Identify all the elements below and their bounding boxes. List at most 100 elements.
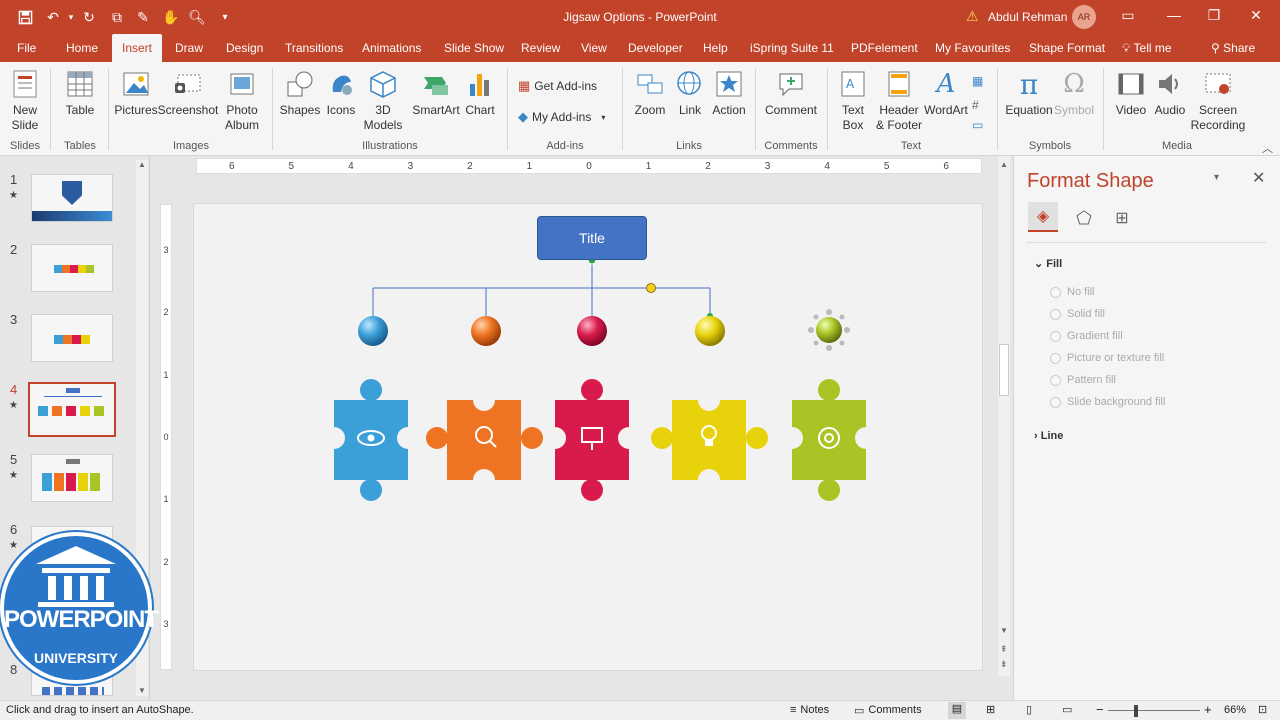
size-properties-tab[interactable]: ⊞ <box>1110 206 1134 230</box>
fill-section-header[interactable]: ⌄ Fill <box>1034 257 1062 270</box>
tab-animations[interactable]: Animations <box>356 34 427 62</box>
comment-button[interactable]: Comment <box>763 68 819 118</box>
collapse-ribbon-icon[interactable]: ︿ <box>1262 140 1273 156</box>
pane-options-chevron-icon[interactable]: ▾ <box>1214 172 1219 183</box>
slide-background-fill-option[interactable]: Slide background fill <box>1050 396 1165 408</box>
solid-fill-option[interactable]: Solid fill <box>1050 308 1105 320</box>
close-window-icon[interactable]: ✕ <box>1246 7 1266 24</box>
zoom-slider-thumb[interactable] <box>1134 705 1138 717</box>
tell-me-search[interactable]: 💡︎ Tell me <box>1116 34 1178 62</box>
zoom-in-icon[interactable]: + <box>1204 702 1212 717</box>
audio-button[interactable]: Audio <box>1152 68 1188 118</box>
zoom-out-icon[interactable]: − <box>1096 702 1104 717</box>
tab-pdfelement[interactable]: PDFelement <box>845 34 924 62</box>
text-box-button[interactable]: A Text Box <box>836 68 870 133</box>
my-addins-button[interactable]: ◆ My Add-ins ▾ <box>518 109 605 125</box>
tab-slide-show[interactable]: Slide Show <box>438 34 510 62</box>
tab-draw[interactable]: Draw <box>169 34 209 62</box>
text-box-icon: A <box>838 68 868 100</box>
normal-view-icon[interactable]: ▤ <box>948 702 966 719</box>
user-name[interactable]: Abdul Rehman <box>988 10 1067 24</box>
zoom-level[interactable]: 66% <box>1224 704 1246 716</box>
fit-slide-icon[interactable]: ⊡ <box>1258 703 1267 716</box>
slide-number-button[interactable]: # <box>972 98 979 112</box>
close-pane-icon[interactable]: ✕ <box>1252 168 1265 188</box>
tab-design[interactable]: Design <box>220 34 269 62</box>
tab-review[interactable]: Review <box>515 34 566 62</box>
no-fill-option[interactable]: No fill <box>1050 286 1095 298</box>
slide-canvas[interactable]: Title <box>193 203 983 671</box>
next-slide-icon[interactable]: ⇟ <box>1000 659 1008 670</box>
table-button[interactable]: Table <box>62 68 98 118</box>
slide-thumbnail-5[interactable] <box>31 454 113 502</box>
effects-tab[interactable]: ⬠ <box>1072 206 1096 230</box>
reading-view-icon[interactable]: ▯ <box>1026 703 1032 716</box>
scroll-down-icon[interactable]: ▼ <box>1000 626 1008 635</box>
slide-thumbnail-2[interactable] <box>31 244 113 292</box>
slide-thumbnail-4[interactable] <box>28 382 116 437</box>
slide-sorter-icon[interactable]: ⊞ <box>986 703 995 716</box>
new-slide-button[interactable]: New Slide <box>6 68 44 133</box>
gradient-fill-option[interactable]: Gradient fill <box>1050 330 1123 342</box>
slide-thumbnail-3[interactable] <box>31 314 113 362</box>
shapes-button[interactable]: Shapes <box>280 68 320 118</box>
tab-transitions[interactable]: Transitions <box>279 34 349 62</box>
chart-button[interactable]: Chart <box>464 68 496 118</box>
previous-slide-icon[interactable]: ⇞ <box>1000 644 1008 655</box>
ribbon-display-options-icon[interactable]: ▭ <box>1118 7 1138 24</box>
scroll-thumb[interactable] <box>999 344 1009 396</box>
fill-line-tab[interactable]: ◈ <box>1028 202 1058 232</box>
equation-button[interactable]: π Equation <box>1004 68 1054 118</box>
date-time-button[interactable]: ▦ <box>972 74 983 88</box>
picture-texture-fill-option[interactable]: Picture or texture fill <box>1050 352 1164 364</box>
wordart-button[interactable]: A WordArt <box>924 68 968 118</box>
tab-home[interactable]: Home <box>60 34 104 62</box>
tab-insert[interactable]: Insert <box>112 34 162 62</box>
tab-file[interactable]: File <box>11 34 42 62</box>
maximize-icon[interactable]: ❐ <box>1204 7 1224 24</box>
zoom-button[interactable]: Zoom <box>632 68 668 118</box>
video-button[interactable]: Video <box>1112 68 1150 118</box>
symbol-button[interactable]: Ω Symbol <box>1054 68 1094 118</box>
tab-view[interactable]: View <box>575 34 613 62</box>
scroll-up-icon[interactable]: ▲ <box>138 160 146 169</box>
divider <box>622 68 623 150</box>
zoom-slider[interactable] <box>1108 710 1200 711</box>
minimize-icon[interactable]: — <box>1164 7 1184 23</box>
link-button[interactable]: Link <box>674 68 706 118</box>
share-button[interactable]: ⚲ Share <box>1205 34 1261 62</box>
tab-help[interactable]: Help <box>697 34 734 62</box>
scroll-down-icon[interactable]: ▼ <box>138 686 146 695</box>
comments-button[interactable]: ▭ Comments <box>854 704 922 717</box>
line-section-header[interactable]: › Line <box>1034 430 1063 442</box>
pictures-button[interactable]: Pictures <box>114 68 158 118</box>
tab-developer[interactable]: Developer <box>622 34 689 62</box>
tab-shape-format[interactable]: Shape Format <box>1023 34 1111 62</box>
slide-scrollbar[interactable]: ▲ ▼ ⇞ ⇟ <box>998 156 1010 676</box>
header-footer-button[interactable]: Header & Footer <box>874 68 924 133</box>
get-addins-button[interactable]: ▦ Get Add-ins <box>518 78 597 94</box>
powerpoint-university-logo: POWERPOINT UNIVERSITY <box>0 532 159 684</box>
scroll-up-icon[interactable]: ▲ <box>1000 160 1008 169</box>
3d-models-button[interactable]: 3D Models <box>362 68 404 133</box>
new-slide-icon <box>10 68 40 100</box>
pattern-fill-option[interactable]: Pattern fill <box>1050 374 1116 386</box>
avatar[interactable]: AR <box>1072 5 1096 29</box>
screen-recording-button[interactable]: Screen Recording <box>1188 68 1248 133</box>
notes-button[interactable]: ≡ Notes <box>790 704 829 716</box>
slide-show-icon[interactable]: ▭ <box>1062 703 1072 716</box>
tab-ispring[interactable]: iSpring Suite 11 <box>744 34 840 62</box>
smartart-button[interactable]: SmartArt <box>410 68 462 118</box>
photo-album-button[interactable]: Photo Album <box>218 68 266 133</box>
slide-thumbnail-1[interactable] <box>31 174 113 222</box>
object-button[interactable]: ▭ <box>972 118 983 132</box>
screenshot-button[interactable]: Screenshot <box>158 68 218 118</box>
divider <box>827 68 828 150</box>
warning-icon[interactable]: ⚠ <box>966 8 979 25</box>
my-addins-label: My Add-ins <box>532 110 592 124</box>
tab-my-favourites[interactable]: My Favourites <box>929 34 1016 62</box>
action-button[interactable]: Action <box>710 68 748 118</box>
title-box[interactable]: Title <box>537 216 647 260</box>
icons-button[interactable]: Icons <box>324 68 358 118</box>
tell-me-label: Tell me <box>1133 41 1172 55</box>
